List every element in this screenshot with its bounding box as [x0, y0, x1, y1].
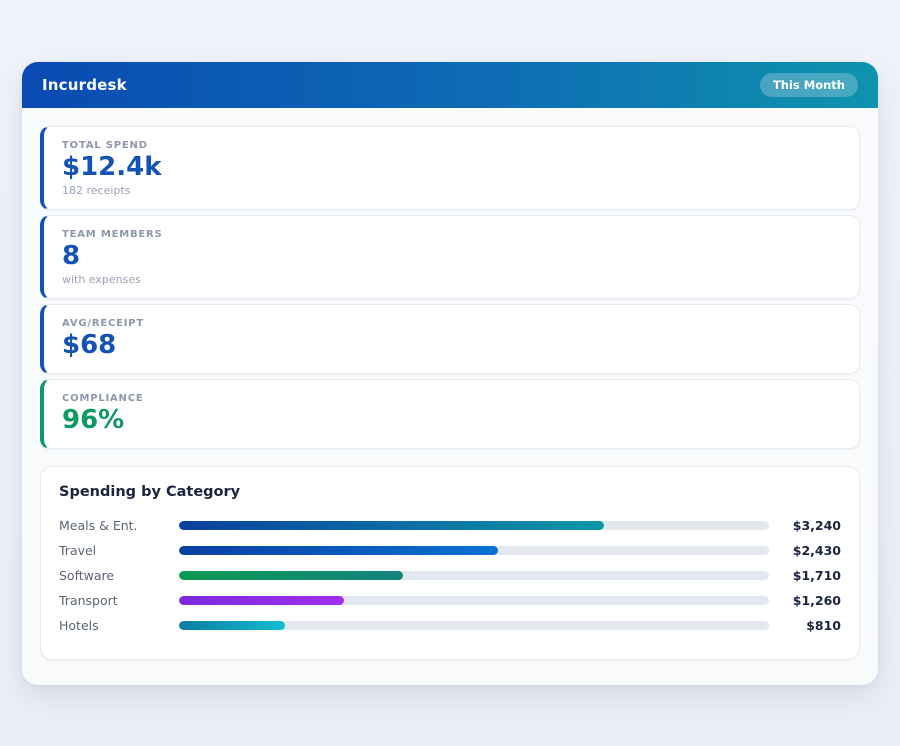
- spending-chart-card: Spending by Category Meals & Ent. $3,240 T…: [40, 466, 860, 660]
- bar-fill: [179, 571, 403, 580]
- stat-label: COMPLIANCE: [62, 393, 841, 404]
- stat-card-team-members: TEAM MEMBERS 8with expenses: [40, 215, 860, 299]
- stat-card-compliance: COMPLIANCE 96%: [40, 379, 860, 449]
- bar-track: [179, 521, 769, 530]
- stat-label: AVG/RECEIPT: [62, 318, 841, 329]
- category-label: Travel: [59, 543, 179, 558]
- chart-rows: Meals & Ent. $3,240 Travel $2,430 Software $1…: [59, 513, 841, 638]
- dashboard-content: TOTAL SPEND $12.4k182 receipts TEAM MEMBER…: [22, 108, 878, 660]
- category-value: $810: [769, 618, 841, 633]
- stat-value: $12.4k: [62, 153, 841, 183]
- stat-card-total-spend: TOTAL SPEND $12.4k182 receipts: [40, 126, 860, 210]
- chart-row-hotels: Hotels $810: [59, 613, 841, 638]
- category-value: $3,240: [769, 518, 841, 533]
- period-badge[interactable]: This Month: [760, 73, 858, 97]
- dashboard-panel: Incurdesk This Month TOTAL SPEND $12.4k18…: [22, 62, 878, 685]
- chart-row-transport: Transport $1,260: [59, 588, 841, 613]
- stats-list: TOTAL SPEND $12.4k182 receipts TEAM MEMBER…: [40, 126, 860, 449]
- bar-track: [179, 571, 769, 580]
- chart-row-travel: Travel $2,430: [59, 538, 841, 563]
- stat-label: TOTAL SPEND: [62, 140, 841, 151]
- stat-subtext: 182 receipts: [62, 184, 841, 197]
- stat-value: 96%: [62, 406, 841, 436]
- stat-value: $68: [62, 331, 841, 361]
- bar-track: [179, 621, 769, 630]
- app-header: Incurdesk This Month: [22, 62, 878, 108]
- chart-title: Spending by Category: [59, 484, 841, 500]
- bar-fill: [179, 621, 285, 630]
- bar-fill: [179, 596, 344, 605]
- bar-fill: [179, 546, 498, 555]
- category-label: Transport: [59, 593, 179, 608]
- app-title: Incurdesk: [42, 76, 127, 94]
- bar-track: [179, 546, 769, 555]
- category-value: $2,430: [769, 543, 841, 558]
- category-value: $1,260: [769, 593, 841, 608]
- bar-fill: [179, 521, 604, 530]
- stat-value: 8: [62, 242, 841, 272]
- stat-subtext: with expenses: [62, 273, 841, 286]
- bar-track: [179, 596, 769, 605]
- category-label: Hotels: [59, 618, 179, 633]
- category-label: Software: [59, 568, 179, 583]
- category-value: $1,710: [769, 568, 841, 583]
- stat-card-avg-receipt: AVG/RECEIPT $68: [40, 304, 860, 374]
- stat-label: TEAM MEMBERS: [62, 229, 841, 240]
- chart-row-meals-ent-: Meals & Ent. $3,240: [59, 513, 841, 538]
- chart-row-software: Software $1,710: [59, 563, 841, 588]
- category-label: Meals & Ent.: [59, 518, 179, 533]
